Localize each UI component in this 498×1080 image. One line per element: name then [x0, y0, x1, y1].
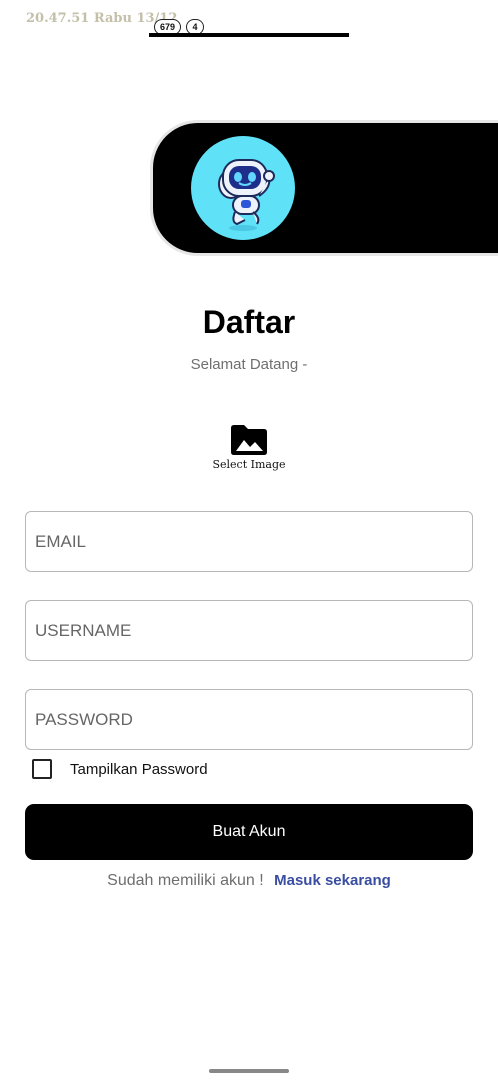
- image-folder-icon: [231, 425, 267, 455]
- status-divider: [149, 33, 349, 37]
- login-prompt-text: Sudah memiliki akun !: [107, 872, 264, 889]
- navigation-handle[interactable]: [209, 1069, 289, 1073]
- username-input[interactable]: [26, 601, 472, 660]
- show-password-checkbox[interactable]: [32, 759, 52, 779]
- page-subtitle: Selamat Datang -: [190, 356, 308, 373]
- username-field[interactable]: [25, 600, 473, 661]
- login-prompt-row: Sudah memiliki akun ! Masuk sekarang: [0, 872, 498, 890]
- email-field[interactable]: [25, 511, 473, 572]
- select-image-button[interactable]: Select Image: [199, 424, 299, 478]
- select-image-label: Select Image: [212, 458, 286, 471]
- email-input[interactable]: [26, 512, 472, 571]
- show-password-label[interactable]: Tampilkan Password: [70, 761, 208, 778]
- password-input[interactable]: [26, 690, 472, 749]
- show-password-row[interactable]: Tampilkan Password: [32, 757, 208, 781]
- robot-mascot-icon: [191, 136, 295, 240]
- create-account-button[interactable]: Buat Akun: [25, 804, 473, 860]
- password-field[interactable]: [25, 689, 473, 750]
- login-link[interactable]: Masuk sekarang: [274, 872, 391, 889]
- page-title: Daftar: [202, 304, 296, 340]
